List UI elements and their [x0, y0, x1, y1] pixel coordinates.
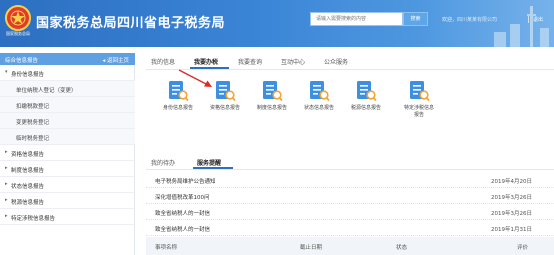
sidebar-item-unit-register[interactable]: 单位纳税人登记（变更） [0, 81, 135, 97]
sidebar-group-tax-source[interactable]: ▸ 税源信息报告 [0, 193, 135, 209]
tile-system-report[interactable]: 制度信息报告 [250, 80, 294, 124]
sidebar: 综合信息报告 ◂ 返回主页 ▾ 身份信息报告 单位纳税人登记（变更） 扣缴税款登… [0, 53, 135, 255]
tile-tax-source-report[interactable]: 税源信息报告 [344, 80, 388, 124]
notice-date: 2019年4月20日 [491, 179, 532, 185]
tab-interaction[interactable]: 互动中心 [281, 57, 305, 66]
tile-label: 身份信息报告 [162, 105, 193, 111]
collapsed-arrow-icon: ▸ [5, 149, 8, 155]
notice-row[interactable]: 致全省纳税人的一封信 2019年3月26日 [146, 205, 554, 220]
tax-emblem-icon [5, 5, 31, 31]
notice-row[interactable]: 电子税务局维护公告通知 2019年4月20日 [146, 173, 554, 188]
search-input[interactable] [310, 12, 403, 26]
sidebar-item-change-register[interactable]: 变更税务登记 [0, 113, 135, 129]
collapsed-arrow-icon: ▸ [5, 213, 8, 219]
welcome-text: 欢迎，四川某某有限公司 [442, 16, 497, 23]
user-name: 四川某某有限公司 [457, 17, 498, 23]
sidebar-group-label: 身份信息报告 [11, 71, 45, 78]
sidebar-header: 综合信息报告 ◂ 返回主页 [0, 53, 135, 65]
lower-tab-divider [146, 169, 554, 170]
sidebar-item-label: 临时税务登记 [16, 135, 50, 142]
column-header-deadline: 截止日期 [300, 245, 323, 251]
notice-title[interactable]: 致全省纳税人的一封信 [155, 225, 210, 233]
document-search-icon [263, 81, 283, 102]
site-header: 国家税务总局 国家税务总局四川省电子税务局 搜索 欢迎，四川某某有限公司 退出 [0, 0, 554, 47]
sidebar-group-label: 制度信息报告 [11, 167, 45, 174]
sidebar-group-label: 特定涉税信息报告 [11, 215, 56, 222]
tile-status-report[interactable]: 状态信息报告 [297, 80, 341, 124]
tab-public-service[interactable]: 公众服务 [324, 57, 348, 66]
document-search-icon [169, 81, 189, 102]
welcome-prefix: 欢迎， [442, 17, 458, 23]
collapsed-arrow-icon: ▸ [5, 165, 8, 171]
sidebar-group-qualification[interactable]: ▸ 资格信息报告 [0, 145, 135, 161]
tile-label: 制度信息报告 [256, 105, 287, 111]
tile-specific-report[interactable]: 特定涉税信息报告 [395, 80, 443, 124]
notice-row[interactable]: 深化增值税改革100问 2019年3月26日 [146, 189, 554, 204]
tab-my-todo[interactable]: 我的待办 [151, 158, 175, 167]
site-title: 国家税务总局四川省电子税务局 [36, 16, 226, 31]
sidebar-group-label: 税源信息报告 [11, 199, 45, 206]
tab-handle-tax[interactable]: 我要办税 [194, 57, 218, 66]
collapsed-arrow-icon: ▸ [5, 181, 8, 187]
notice-date: 2019年3月26日 [491, 195, 532, 201]
sidebar-group-identity[interactable]: ▾ 身份信息报告 [0, 65, 135, 81]
table-header: 事项名称 截止日期 状态 评价 [146, 237, 554, 255]
skyline-graphic [494, 6, 549, 47]
sidebar-group-label: 状态信息报告 [11, 183, 45, 190]
notice-title[interactable]: 电子税务局维护公告通知 [155, 177, 216, 185]
tile-label: 状态信息报告 [303, 105, 334, 111]
notice-title[interactable]: 致全省纳税人的一封信 [155, 209, 210, 217]
collapsed-arrow-icon: ▸ [5, 197, 8, 203]
search-button[interactable]: 搜索 [403, 12, 428, 26]
logout-link[interactable]: 退出 [533, 16, 543, 23]
notice-row[interactable]: 致全省纳税人的一封信 2019年1月31日 [146, 221, 554, 236]
sidebar-item-withholding[interactable]: 扣缴税款登记 [0, 97, 135, 113]
back-home-link[interactable]: ◂ 返回主页 [102, 56, 129, 64]
sidebar-title: 综合信息报告 [5, 58, 39, 64]
sidebar-group-label: 资格信息报告 [11, 151, 45, 158]
sidebar-group-specific[interactable]: ▸ 特定涉税信息报告 [0, 209, 135, 225]
notice-title[interactable]: 深化增值税改革100问 [155, 193, 210, 201]
tile-label: 资格信息报告 [209, 105, 240, 111]
back-home-label: 返回主页 [106, 58, 129, 64]
document-search-icon [310, 81, 330, 102]
column-header-status: 状态 [396, 245, 408, 251]
tile-label: 税源信息报告 [350, 105, 381, 111]
tile-identity-report[interactable]: 身份信息报告 [156, 80, 200, 124]
sidebar-item-label: 变更税务登记 [16, 119, 50, 126]
sidebar-group-status[interactable]: ▸ 状态信息报告 [0, 177, 135, 193]
document-search-icon [357, 81, 377, 102]
document-search-icon [216, 81, 236, 102]
tab-query[interactable]: 我要查询 [238, 57, 262, 66]
sidebar-group-system[interactable]: ▸ 制度信息报告 [0, 161, 135, 177]
expanded-arrow-icon: ▾ [5, 69, 8, 75]
tab-my-info[interactable]: 我的信息 [151, 57, 175, 66]
tile-label: 特定涉税信息报告 [404, 105, 435, 118]
sidebar-item-label: 扣缴税款登记 [16, 103, 50, 110]
emblem-caption: 国家税务总局 [6, 31, 30, 36]
sidebar-item-temp-register[interactable]: 临时税务登记 [0, 129, 135, 145]
sidebar-item-label: 单位纳税人登记（变更） [16, 87, 77, 94]
tile-qualification-report[interactable]: 资格信息报告 [203, 80, 247, 124]
column-header-item: 事项名称 [155, 245, 178, 251]
notice-date: 2019年3月26日 [491, 211, 532, 217]
document-search-icon [410, 81, 430, 102]
column-header-rating: 评价 [517, 245, 529, 251]
notice-date: 2019年1月31日 [491, 227, 532, 233]
tab-service-reminder[interactable]: 服务提醒 [197, 158, 221, 167]
header-divider [528, 16, 529, 23]
